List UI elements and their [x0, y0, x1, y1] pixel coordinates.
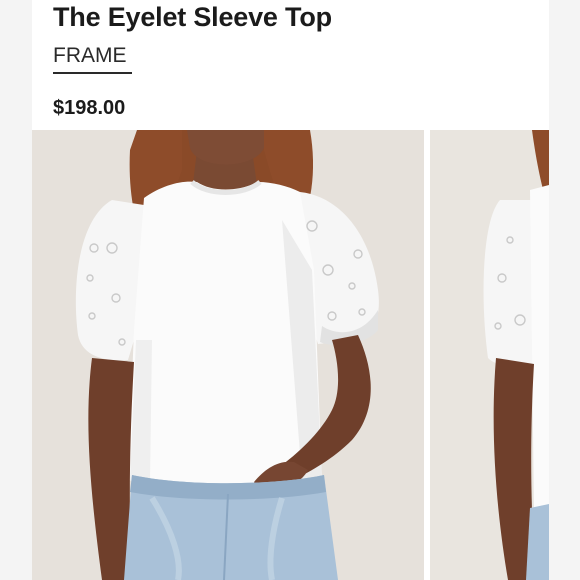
product-title: The Eyelet Sleeve Top	[53, 2, 332, 32]
product-image-next[interactable]	[430, 130, 549, 580]
brand-link-underline	[53, 72, 132, 74]
product-photo-side	[430, 130, 549, 580]
product-image-main[interactable]	[32, 130, 424, 580]
product-price: $198.00	[53, 97, 126, 119]
product-image-carousel[interactable]	[32, 130, 549, 580]
brand-link[interactable]: FRAME	[53, 44, 127, 68]
product-photo-front	[32, 130, 424, 580]
